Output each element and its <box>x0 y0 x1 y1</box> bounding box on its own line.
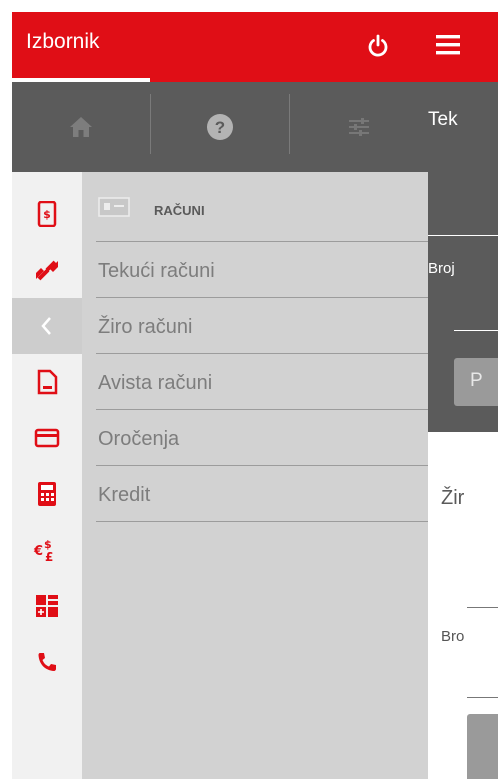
page-text: Žir <box>441 487 465 509</box>
rail-mobile-banking[interactable]: $ <box>12 186 82 242</box>
sliders-icon <box>349 118 369 136</box>
menu-item-label: Oročenja <box>98 428 180 450</box>
drawer-toolbar: ? <box>12 82 428 172</box>
page-divider <box>428 235 498 236</box>
page-text: Tek <box>428 109 458 130</box>
menu-header: RAČUNI <box>82 172 428 242</box>
menu-item-label: Tekući računi <box>98 260 215 282</box>
page-divider <box>454 330 498 331</box>
help-button[interactable]: ? <box>151 82 289 172</box>
drawer-title: Izbornik <box>26 30 100 53</box>
menu-item-kredit[interactable]: Kredit <box>96 466 428 522</box>
page-text: Broj <box>428 260 455 277</box>
rail-documents[interactable] <box>12 354 82 410</box>
home-icon <box>70 117 92 137</box>
menu-item-label: Žiro računi <box>98 316 193 338</box>
svg-text:€: € <box>33 544 43 559</box>
page-accounts-card-light: Žir Bro <box>428 432 498 779</box>
power-button[interactable] <box>358 26 398 66</box>
card-icon <box>34 428 60 448</box>
currency-exchange-icon: € $ £ <box>33 538 53 563</box>
power-icon <box>368 34 388 57</box>
menu-header-label: RAČUNI <box>154 203 205 218</box>
home-button[interactable] <box>12 82 150 172</box>
rail-calculator[interactable] <box>12 466 82 522</box>
rail-contact[interactable] <box>12 634 82 690</box>
icon-rail: $ € $ £ <box>12 172 82 779</box>
rail-exchange[interactable]: € $ £ <box>12 522 82 578</box>
page-app-bar <box>428 12 498 82</box>
page-divider <box>467 697 498 698</box>
menu-item-label: Kredit <box>98 484 151 506</box>
page-text: Bro <box>441 628 465 645</box>
page-button[interactable] <box>467 714 498 779</box>
svg-text:$: $ <box>43 208 51 221</box>
mobile-banking-icon: $ <box>37 201 57 227</box>
settings-button[interactable] <box>290 82 428 172</box>
page-divider <box>467 607 498 608</box>
help-icon: ? <box>207 114 233 140</box>
rail-transfers[interactable] <box>12 242 82 298</box>
svg-text:?: ? <box>215 118 225 137</box>
page-accounts-card-dark: Tek Broj P <box>428 82 498 432</box>
menu-item-avista-racuni[interactable]: Avista računi <box>96 354 428 410</box>
page-button-label: P <box>470 370 483 391</box>
menu-item-tekuci-racuni[interactable]: Tekući računi <box>96 242 428 298</box>
accounts-menu: RAČUNI Tekući računi Žiro računi Avista … <box>82 172 428 779</box>
accounts-icon <box>98 197 130 217</box>
menu-item-ziro-racuni[interactable]: Žiro računi <box>96 298 428 354</box>
hamburger-menu-icon[interactable] <box>434 30 464 60</box>
menu-item-orocenja[interactable]: Oročenja <box>96 410 428 466</box>
menu-item-label: Avista računi <box>98 372 213 394</box>
transfer-arrows-icon <box>36 260 58 281</box>
rail-cards[interactable] <box>12 410 82 466</box>
calculator-icon <box>38 482 56 506</box>
chevron-left-icon <box>41 317 51 335</box>
rail-collapse[interactable] <box>12 298 82 354</box>
page-button[interactable]: P <box>454 358 498 406</box>
drawer-header: Izbornik <box>12 12 428 82</box>
document-icon <box>37 369 58 395</box>
phone-icon <box>38 653 56 671</box>
widgets-icon <box>36 595 58 617</box>
svg-text:£: £ <box>45 550 53 563</box>
rail-widgets[interactable] <box>12 578 82 634</box>
